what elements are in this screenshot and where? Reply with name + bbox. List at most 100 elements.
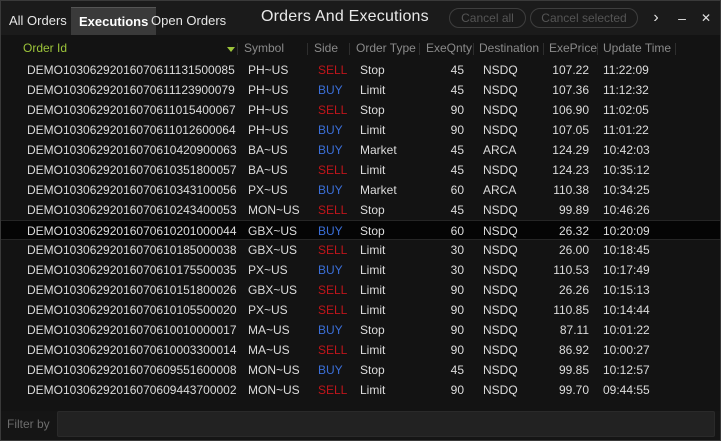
exe-price-cell: 26.26 — [558, 283, 589, 297]
column-header-symbol[interactable]: Symbol — [244, 41, 284, 55]
order-id-cell: DEMO10306292016070610201000044 — [27, 224, 237, 238]
table-row[interactable]: DEMO10306292016070610175500035 PX~US BUY Li… — [1, 260, 720, 280]
table-row[interactable]: DEMO10306292016070610010000017 MA~US BUY St… — [1, 320, 720, 340]
exe-price-cell: 124.23 — [552, 163, 589, 177]
table-row[interactable]: DEMO10306292016070610003300014 MA~US SELL L… — [1, 340, 720, 360]
order-type-cell: Limit — [360, 243, 386, 257]
column-header-order-type[interactable]: Order Type — [356, 41, 416, 55]
order-id-cell: DEMO10306292016070610420900063 — [27, 143, 237, 157]
order-type-cell: Limit — [360, 123, 386, 137]
minimize-icon[interactable]: – — [674, 9, 690, 27]
table-row[interactable]: DEMO10306292016070611131500085 PH~US SELL S… — [1, 60, 720, 80]
table-row[interactable]: DEMO10306292016070610243400053 MON~US SELL… — [1, 200, 720, 220]
update-time-cell: 10:18:45 — [603, 243, 650, 257]
exe-price-cell: 26.32 — [558, 224, 589, 238]
destination-cell: NSDQ — [483, 63, 518, 77]
order-id-cell: DEMO10306292016070610105500020 — [27, 303, 237, 317]
order-id-cell: DEMO10306292016070611015400067 — [27, 103, 236, 117]
chevron-right-icon[interactable]: › — [648, 9, 664, 27]
orders-executions-window: All Orders Executions Open Orders Orders… — [0, 0, 721, 441]
column-divider[interactable] — [307, 43, 308, 55]
table-row[interactable]: DEMO10306292016070609551600008 MON~US BUY S… — [1, 360, 720, 380]
column-divider[interactable] — [543, 43, 544, 55]
destination-cell: NSDQ — [483, 343, 518, 357]
symbol-cell: MON~US — [248, 363, 300, 377]
side-cell: SELL — [318, 283, 348, 297]
symbol-cell: MA~US — [248, 343, 290, 357]
table-row[interactable]: DEMO10306292016070610185000038 GBX~US SELL… — [1, 240, 720, 260]
exe-price-cell: 110.38 — [553, 183, 589, 197]
order-type-cell: Limit — [360, 263, 386, 277]
order-type-cell: Stop — [360, 203, 385, 217]
destination-cell: NSDQ — [483, 103, 518, 117]
symbol-cell: MA~US — [248, 323, 290, 337]
column-header-destination[interactable]: Destination — [479, 41, 539, 55]
close-icon[interactable]: ✕ — [698, 9, 714, 27]
table-row[interactable]: DEMO10306292016070610151800026 GBX~US SELL… — [1, 280, 720, 300]
table-row[interactable]: DEMO10306292016070611123900079 PH~US BUY Li… — [1, 80, 720, 100]
update-time-cell: 11:22:09 — [603, 63, 649, 77]
sort-desc-icon — [227, 47, 235, 52]
table-row[interactable]: DEMO10306292016070611012600064 PH~US BUY Li… — [1, 120, 720, 140]
tab-all-orders[interactable]: All Orders — [1, 7, 75, 35]
column-header-side[interactable]: Side — [314, 41, 338, 55]
order-id-cell: DEMO10306292016070609443700002 — [27, 383, 237, 397]
table-row[interactable]: DEMO10306292016070610351800057 BA~US SELL L… — [1, 160, 720, 180]
order-type-cell: Limit — [360, 383, 386, 397]
column-header-order-id[interactable]: Order Id — [23, 41, 67, 55]
exe-qnty-cell: 90 — [450, 343, 464, 357]
column-divider[interactable] — [597, 43, 598, 55]
side-cell: SELL — [318, 203, 348, 217]
table-row[interactable]: DEMO10306292016070610343100056 PX~US BUY Ma… — [1, 180, 720, 200]
table-header: Order Id Symbol Side Order Type ExeQnty … — [1, 37, 720, 59]
symbol-cell: GBX~US — [248, 243, 298, 257]
column-divider[interactable] — [473, 43, 474, 55]
table-row[interactable]: DEMO10306292016070610201000044 GBX~US BUY S… — [1, 220, 720, 240]
destination-cell: ARCA — [483, 143, 517, 157]
column-header-exe-qnty[interactable]: ExeQnty — [426, 41, 472, 55]
symbol-cell: PH~US — [248, 103, 289, 117]
side-cell: BUY — [318, 323, 343, 337]
column-divider[interactable] — [349, 43, 350, 55]
table-row[interactable]: DEMO10306292016070610105500020 PX~US SELL L… — [1, 300, 720, 320]
update-time-cell: 10:34:25 — [603, 183, 650, 197]
column-divider[interactable] — [237, 43, 238, 55]
table-row[interactable]: DEMO10306292016070609443700002 MON~US SELL… — [1, 380, 720, 400]
exe-price-cell: 107.05 — [552, 123, 589, 137]
order-id-cell: DEMO10306292016070611131500085 — [27, 63, 235, 77]
exe-qnty-cell: 45 — [450, 203, 464, 217]
order-type-cell: Stop — [360, 363, 385, 377]
cancel-all-button[interactable]: Cancel all — [449, 8, 526, 28]
update-time-cell: 10:42:03 — [603, 143, 650, 157]
destination-cell: NSDQ — [483, 363, 518, 377]
column-divider[interactable] — [675, 43, 676, 55]
symbol-cell: GBX~US — [248, 283, 298, 297]
table-row[interactable]: DEMO10306292016070610420900063 BA~US BUY Ma… — [1, 140, 720, 160]
tab-open-orders[interactable]: Open Orders — [143, 7, 234, 35]
destination-cell: NSDQ — [483, 243, 518, 257]
update-time-cell: 10:12:57 — [603, 363, 650, 377]
order-id-cell: DEMO10306292016070609551600008 — [27, 363, 237, 377]
destination-cell: NSDQ — [483, 263, 518, 277]
column-header-exe-price[interactable]: ExePrice — [549, 41, 597, 55]
destination-cell: NSDQ — [483, 163, 518, 177]
column-header-update-time[interactable]: Update Time — [603, 41, 671, 55]
cancel-selected-button[interactable]: Cancel selected — [530, 8, 638, 28]
destination-cell: NSDQ — [483, 323, 518, 337]
order-type-cell: Stop — [360, 63, 385, 77]
order-type-cell: Limit — [360, 343, 386, 357]
symbol-cell: PH~US — [248, 83, 289, 97]
filter-input[interactable] — [57, 411, 715, 437]
update-time-cell: 09:44:55 — [603, 383, 650, 397]
exe-price-cell: 87.11 — [559, 323, 589, 337]
column-divider[interactable] — [419, 43, 420, 55]
order-type-cell: Market — [360, 183, 397, 197]
destination-cell: NSDQ — [483, 123, 518, 137]
order-id-cell: DEMO10306292016070610003300014 — [27, 343, 237, 357]
destination-cell: NSDQ — [483, 203, 518, 217]
exe-price-cell: 124.29 — [552, 143, 589, 157]
symbol-cell: MON~US — [248, 383, 300, 397]
table-row[interactable]: DEMO10306292016070611015400067 PH~US SELL S… — [1, 100, 720, 120]
exe-price-cell: 110.53 — [553, 263, 589, 277]
filter-bar: Filter by — [1, 411, 720, 440]
